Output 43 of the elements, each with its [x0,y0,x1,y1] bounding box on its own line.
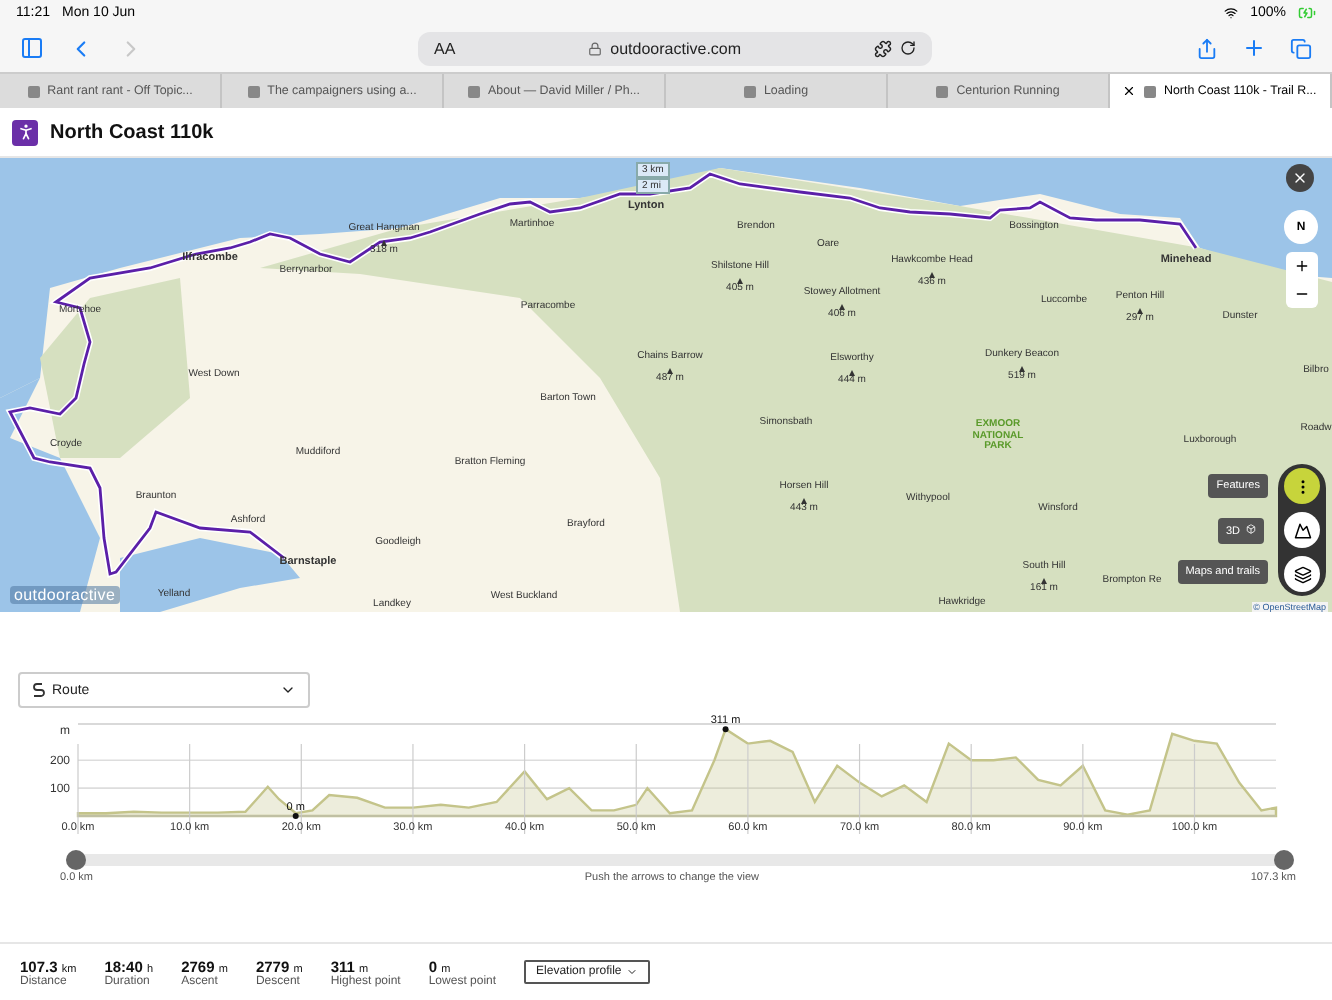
range-handle[interactable] [1274,850,1294,870]
address-bar[interactable]: AA outdooractive.com [418,31,932,65]
new-tab-button[interactable] [1242,36,1266,60]
chevron-icon [625,966,638,978]
point-marker [292,813,299,819]
favicon-icon [1144,85,1156,97]
tabs-button[interactable] [1290,37,1312,59]
page-title: North Coast 110k [50,121,214,143]
cube-icon [1246,524,1256,534]
range-handle[interactable] [66,850,86,870]
share-button[interactable] [1196,37,1218,59]
favicon-icon [247,85,260,97]
chevron-icon [280,682,296,698]
peak-icon [1137,307,1143,313]
peak-icon [801,497,807,503]
text-size-button[interactable]: AA [434,39,456,57]
peak-icon [1019,365,1025,371]
wifi-icon [1224,5,1239,19]
peak-icon [737,277,743,283]
layers-icon[interactable] [1293,565,1311,583]
favicon-icon [743,85,756,97]
close-icon[interactable] [1122,84,1136,98]
battery-icon [1298,3,1316,21]
peak-icon [849,369,855,375]
map-logo: outdooractive [10,586,120,604]
route-icon [32,682,46,698]
peak-icon [1041,577,1047,583]
point-marker [722,726,729,733]
favicon-icon [27,85,40,97]
extension-icon[interactable] [874,39,893,57]
reload-icon[interactable] [900,40,917,56]
favicon-icon [468,85,480,97]
peak-icon [667,367,673,373]
lock-icon [588,41,603,55]
mountain-icon[interactable] [1293,521,1311,539]
url-text: outdooractive.com [610,39,742,57]
favicon-icon [936,85,949,97]
peak-icon [839,303,845,309]
zoom-in-button[interactable] [1294,258,1310,274]
hiker-icon [12,119,38,145]
peak-icon [381,239,387,245]
peak-icon [929,271,935,277]
sidebar-button[interactable] [20,36,44,60]
